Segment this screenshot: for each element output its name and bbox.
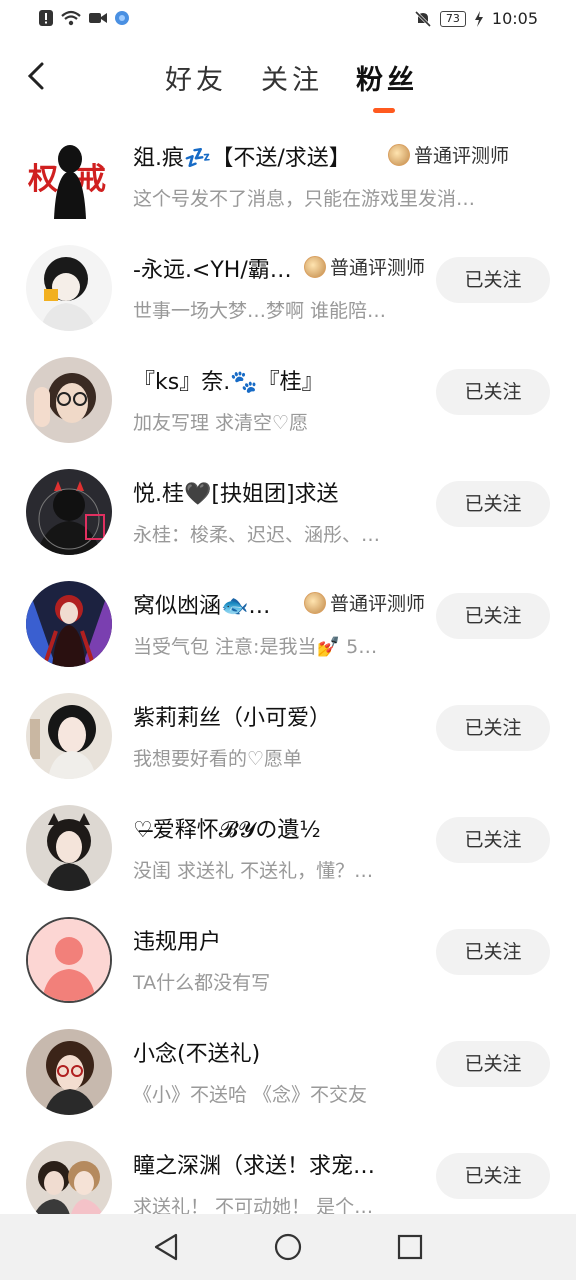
user-bio: 没闺 求送礼 不送礼，懂？… (133, 860, 374, 882)
avatar: 权 戒 (26, 133, 112, 219)
user-name: 违规用户 (133, 930, 222, 955)
clock: 10:05 (491, 9, 538, 28)
user-bio: 我想要好看的♡愿单 (133, 748, 303, 770)
following-button[interactable]: 已关注 (436, 1153, 550, 1199)
user-name: 窝似凼涵🐟… (133, 594, 271, 619)
bell-muted-icon (414, 10, 431, 27)
header: 好友 关注 粉丝 (0, 40, 576, 120)
user-name: 紫莉莉丝（小可爱） (133, 706, 332, 731)
alert-icon (39, 10, 53, 26)
user-bio: 永桂：梭柔、迟迟、涵彤、… (133, 524, 381, 546)
avatar-image (26, 357, 112, 443)
avatar (26, 357, 112, 443)
badge-label: 普通评测师 (330, 257, 426, 279)
following-button[interactable]: 已关注 (436, 257, 550, 303)
active-tab-indicator (373, 108, 395, 113)
avatar-image (26, 245, 112, 331)
tab-following[interactable]: 关注 (261, 58, 323, 97)
avatar-image (26, 469, 112, 555)
wifi-icon (61, 10, 81, 26)
list-item[interactable]: ♡̶爱释怀𝓑𝓨の遺½ 没闺 求送礼 不送礼，懂？… 已关注 (0, 792, 576, 904)
user-name: -永远.<YH/霸… (133, 258, 292, 283)
user-bio: 《小》不送哈 《念》不交友 (133, 1084, 368, 1106)
user-name: 『ks』奈.🐾『桂』 (133, 370, 324, 395)
following-button[interactable]: 已关注 (436, 481, 550, 527)
tabs: 好友 关注 粉丝 (0, 58, 576, 118)
avatar-image (26, 581, 112, 667)
following-button[interactable]: 已关注 (436, 929, 550, 975)
default-avatar-icon (28, 919, 110, 1001)
avatar (26, 469, 112, 555)
badge-icon (388, 143, 410, 166)
avatar (26, 693, 112, 779)
user-name: 悦.桂🖤[抉姐团]求送 (133, 482, 339, 507)
avatar-image (26, 805, 112, 891)
status-icons-right: 73 10:05 (414, 9, 538, 28)
list-item[interactable]: 权 戒 爼.痕💤【不送/求送】 普通评测师 这个号发不了消息，只能在游戏里发消… (0, 120, 576, 232)
following-button[interactable]: 已关注 (436, 593, 550, 639)
user-name: 爼.痕💤【不送/求送】 (133, 146, 351, 171)
avatar (26, 917, 112, 1003)
system-nav-bar (0, 1214, 576, 1280)
list-item[interactable]: 『ks』奈.🐾『桂』 加友写理 求清空♡愿 已关注 (0, 344, 576, 456)
reviewer-badge: 普通评测师 (304, 589, 425, 616)
video-icon (89, 13, 107, 23)
user-bio: 世事一场大梦…梦啊 谁能陪… (133, 300, 387, 322)
list-item[interactable]: 小念(不送礼) 《小》不送哈 《念》不交友 已关注 (0, 1016, 576, 1128)
app-icon (115, 11, 129, 25)
list-item[interactable]: -永远.<YH/霸… 普通评测师 世事一场大梦…梦啊 谁能陪… 已关注 (0, 232, 576, 344)
charging-icon (474, 10, 483, 27)
nav-home-button[interactable] (273, 1232, 303, 1262)
badge-icon (304, 255, 326, 278)
badge-icon (304, 591, 326, 614)
following-button[interactable]: 已关注 (436, 817, 550, 863)
user-bio: 这个号发不了消息，只能在游戏里发消… (133, 188, 476, 210)
following-button[interactable]: 已关注 (436, 705, 550, 751)
circle-home-icon (274, 1233, 302, 1261)
avatar-image (26, 1029, 112, 1115)
tab-followers[interactable]: 粉丝 (356, 58, 418, 97)
avatar (26, 805, 112, 891)
user-bio: 加友写理 求清空♡愿 (133, 412, 309, 434)
following-button[interactable]: 已关注 (436, 369, 550, 415)
status-bar: 73 10:05 (0, 0, 576, 40)
avatar-image (26, 693, 112, 779)
user-bio: TA什么都没有写 (133, 972, 271, 994)
reviewer-badge: 普通评测师 (388, 141, 509, 168)
battery-level: 73 (439, 10, 466, 27)
avatar (26, 581, 112, 667)
avatar (26, 245, 112, 331)
user-name: 小念(不送礼) (133, 1042, 261, 1067)
user-name: 瞳之深渊（求送！求宠… (133, 1154, 376, 1179)
badge-label: 普通评测师 (414, 145, 510, 167)
badge-label: 普通评测师 (330, 593, 426, 615)
nav-recents-button[interactable] (395, 1232, 425, 1262)
list-item[interactable]: 紫莉莉丝（小可爱） 我想要好看的♡愿单 已关注 (0, 680, 576, 792)
list-item[interactable]: 违规用户 TA什么都没有写 已关注 (0, 904, 576, 1016)
tab-friends[interactable]: 好友 (165, 58, 227, 97)
user-bio: 当受气包 注意:是我当💅 5… (133, 636, 378, 658)
status-icons-left (38, 9, 130, 27)
list-item[interactable]: 悦.桂🖤[抉姐团]求送 永桂：梭柔、迟迟、涵彤、… 已关注 (0, 456, 576, 568)
user-name: ♡̶爱释怀𝓑𝓨の遺½ (133, 818, 321, 843)
triangle-back-icon (154, 1233, 178, 1261)
nav-back-button[interactable] (152, 1232, 182, 1262)
following-button[interactable]: 已关注 (436, 1041, 550, 1087)
square-recents-icon (397, 1234, 423, 1260)
avatar (26, 1029, 112, 1115)
svg-text:权: 权 (27, 162, 58, 197)
avatar-image: 权 戒 (26, 133, 112, 219)
list-item[interactable]: 窝似凼涵🐟… 普通评测师 当受气包 注意:是我当💅 5… 已关注 (0, 568, 576, 680)
reviewer-badge: 普通评测师 (304, 253, 425, 280)
